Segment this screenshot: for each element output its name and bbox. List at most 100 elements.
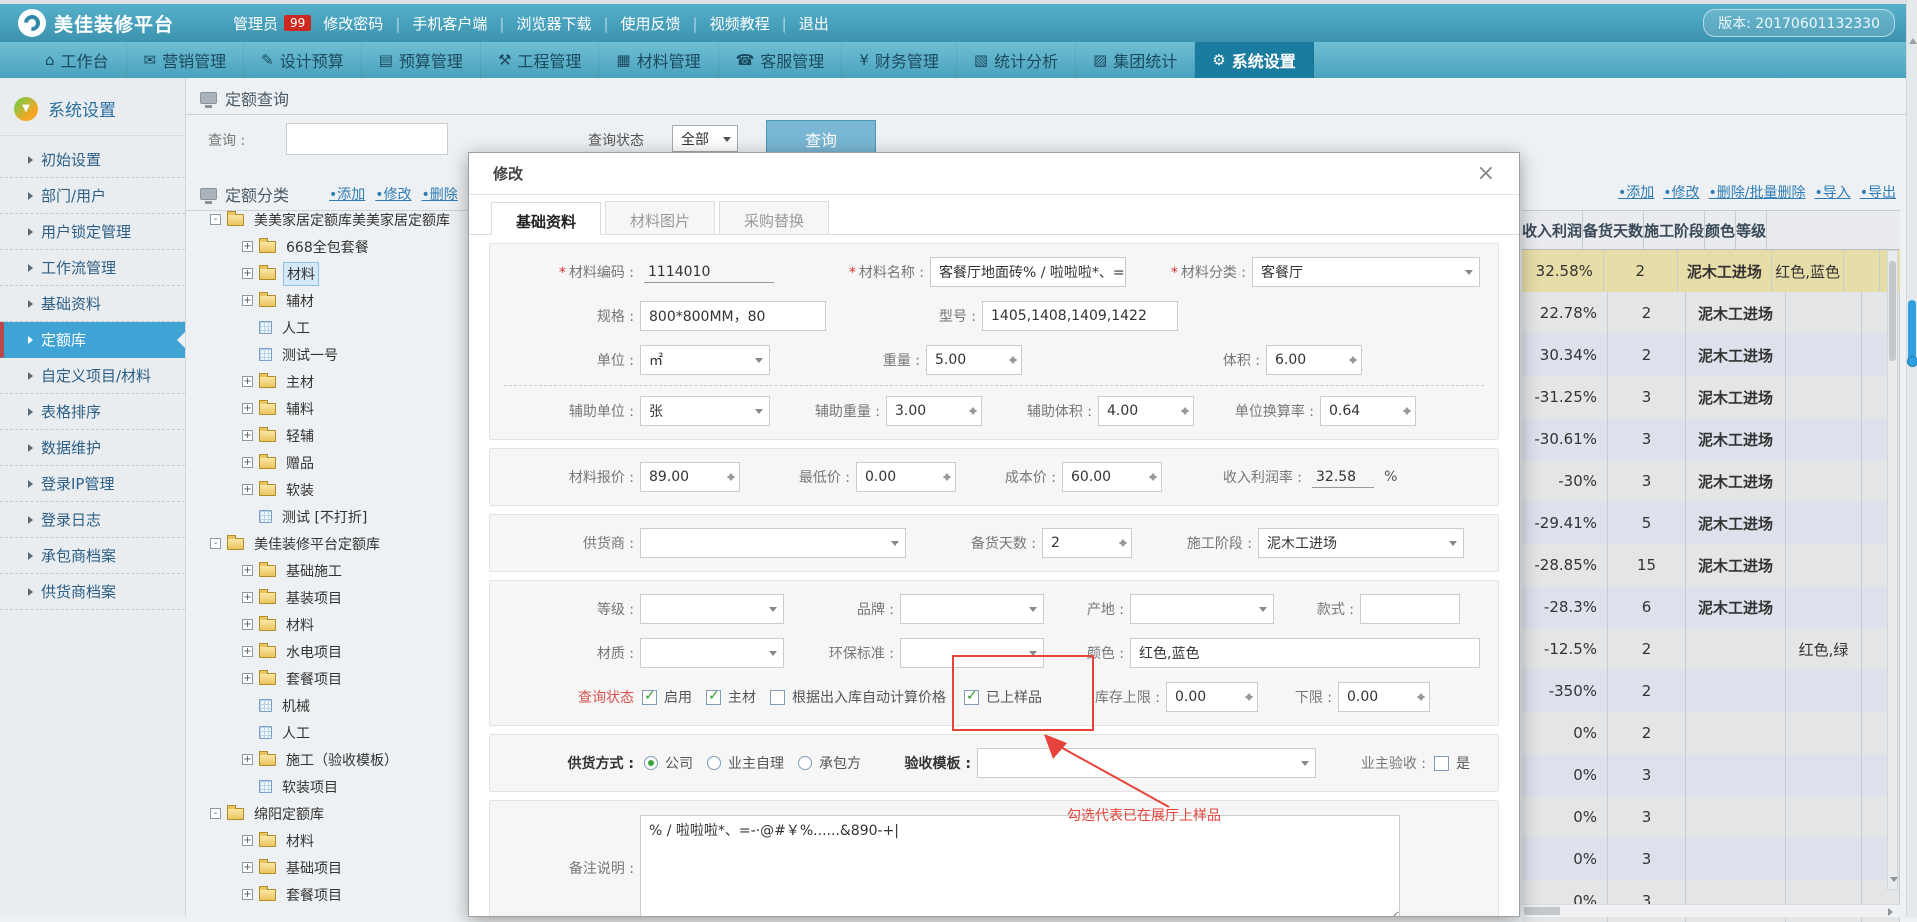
scrollbar-thumb[interactable] [1908, 300, 1916, 362]
tree-node[interactable]: + 基础项目 [186, 854, 486, 881]
nav-tab[interactable]: ✎ 设计预算 [244, 42, 362, 78]
tree-expander-icon[interactable]: - [210, 808, 221, 819]
topbar-link[interactable]: 视频教程 [710, 13, 799, 34]
sidebar-item[interactable]: 部门/用户 [0, 178, 185, 214]
tree-node[interactable]: 人工 [186, 719, 486, 746]
tree-node[interactable]: - 绵阳定额库 [186, 800, 486, 827]
sidebar-item[interactable]: 登录日志 [0, 502, 185, 538]
volume-stepper[interactable]: 6.00 [1266, 345, 1362, 375]
tree-node-label[interactable]: 轻辅 [283, 425, 317, 447]
sidebar-item[interactable]: 初始设置 [0, 142, 185, 178]
spin-down-icon[interactable] [1119, 542, 1127, 551]
table-vertical-scrollbar[interactable] [1887, 250, 1898, 890]
tree-node-label[interactable]: 美美家居定额库美美家居定额库 [251, 209, 453, 231]
query-status-select[interactable]: 全部 [672, 125, 738, 152]
nav-tab[interactable]: ¥ 财务管理 [842, 42, 957, 78]
spin-down-icon[interactable] [969, 410, 977, 419]
tree-node[interactable]: - 美佳装修平台定额库 [186, 530, 486, 557]
tree-node[interactable]: + 施工（验收模板） [186, 746, 486, 773]
tree-node-label[interactable]: 软装 [283, 479, 317, 501]
tree-node[interactable]: + 基础施工 [186, 557, 486, 584]
quote-stepper[interactable]: 89.00 [640, 462, 740, 492]
tree-node-label[interactable]: 668全包套餐 [283, 236, 372, 258]
tree-node-label[interactable]: 水电项目 [283, 641, 345, 663]
table-row[interactable]: -30.61% 3 泥木工进场 [1522, 418, 1900, 460]
material-name-input[interactable]: 客餐厅地面砖% / 啦啦啦*、=- [930, 257, 1126, 287]
tree-expander-icon[interactable]: + [242, 376, 253, 387]
tree-expander-icon[interactable]: + [242, 862, 253, 873]
nav-tab[interactable]: ☎ 客服管理 [719, 42, 843, 78]
spin-down-icon[interactable] [1417, 696, 1425, 705]
spec-input[interactable]: 800*800MM，80 [640, 301, 826, 331]
nav-tab[interactable]: ⚙ 系统设置 [1195, 42, 1313, 78]
tree-node-label[interactable]: 人工 [279, 722, 313, 744]
table-column-header[interactable]: 备货天数 [1583, 211, 1644, 249]
scroll-down-icon[interactable] [1890, 877, 1898, 886]
tree-node-label[interactable]: 套餐项目 [283, 884, 345, 906]
tree-expander-icon[interactable]: + [242, 403, 253, 414]
table-row[interactable]: -28.3% 6 泥木工进场 [1522, 586, 1900, 628]
unit-rate-stepper[interactable]: 0.64 [1320, 396, 1416, 426]
table-action-link[interactable]: •添加 [1618, 182, 1654, 202]
tree-node[interactable]: 人工 [186, 314, 486, 341]
tree-expander-icon[interactable]: + [242, 754, 253, 765]
tree-node-label[interactable]: 辅料 [283, 398, 317, 420]
nav-tab[interactable]: ▤ 预算管理 [362, 42, 481, 78]
tree-expander-icon[interactable]: + [242, 619, 253, 630]
nav-tab[interactable]: ▧ 统计分析 [957, 42, 1076, 78]
nav-tab[interactable]: ⚒ 工程管理 [481, 42, 599, 78]
stage-select[interactable]: 泥木工进场 [1258, 528, 1464, 558]
supplier-select[interactable] [640, 528, 906, 558]
aux-weight-stepper[interactable]: 3.00 [886, 396, 982, 426]
spin-down-icon[interactable] [1349, 359, 1357, 368]
nav-tab[interactable]: ▨ 集团统计 [1076, 42, 1195, 78]
sidebar-item[interactable]: 登录IP管理 [0, 466, 185, 502]
sidebar-item[interactable]: 用户锁定管理 [0, 214, 185, 250]
style-input[interactable] [1360, 594, 1460, 624]
tree-node-label[interactable]: 测试 [不打折] [279, 506, 370, 528]
table-row[interactable]: 0% 3 [1522, 754, 1900, 796]
stock-lower-stepper[interactable]: 0.00 [1338, 682, 1430, 712]
tree-expander-icon[interactable]: + [242, 484, 253, 495]
contractor-radio[interactable] [798, 756, 812, 770]
nav-tab[interactable]: ▦ 材料管理 [599, 42, 718, 78]
tree-node[interactable]: + 材料 [186, 611, 486, 638]
tree-node[interactable]: 测试一号 [186, 341, 486, 368]
tree-node-label[interactable]: 测试一号 [279, 344, 341, 366]
tree-node[interactable]: + 软装 [186, 476, 486, 503]
owner-accept-checkbox[interactable] [1434, 756, 1449, 771]
spin-down-icon[interactable] [727, 476, 735, 485]
accept-template-select[interactable] [977, 748, 1316, 778]
tree-expander-icon[interactable]: + [242, 241, 253, 252]
sidebar-item[interactable]: 定额库 [0, 322, 185, 358]
close-icon[interactable]: × [1477, 163, 1495, 185]
tree-expander-icon[interactable]: - [210, 214, 221, 225]
tree-node-label[interactable]: 材料 [283, 830, 317, 852]
table-row[interactable]: 0% 3 [1522, 796, 1900, 838]
tree-node[interactable]: + 轻辅 [186, 422, 486, 449]
sampled-checkbox[interactable] [964, 690, 979, 705]
page-scrollbar[interactable] [1906, 0, 1917, 917]
table-row[interactable]: -29.41% 5 泥木工进场 [1522, 502, 1900, 544]
auto-price-checkbox[interactable] [770, 690, 785, 705]
table-row[interactable]: 22.78% 2 泥木工进场 [1522, 292, 1900, 334]
nav-tab[interactable]: ⌂ 工作台 [28, 42, 127, 78]
tree-node-label[interactable]: 美佳装修平台定额库 [251, 533, 383, 555]
scrollbar-thumb[interactable] [1889, 261, 1896, 361]
topbar-link[interactable]: 手机客户端 [412, 13, 516, 34]
aux-volume-stepper[interactable]: 4.00 [1098, 396, 1194, 426]
tree-node[interactable]: + 668全包套餐 [186, 233, 486, 260]
tree-expander-icon[interactable]: + [242, 592, 253, 603]
spin-down-icon[interactable] [943, 476, 951, 485]
tree-node[interactable]: + 辅料 [186, 395, 486, 422]
table-action-link[interactable]: •导出 [1860, 182, 1896, 202]
user-label[interactable]: 管理员 [233, 13, 278, 34]
nav-tab[interactable]: ✉ 营销管理 [127, 42, 245, 78]
stock-days-stepper[interactable]: 2 [1042, 528, 1132, 558]
spin-down-icon[interactable] [1181, 410, 1189, 419]
tree-node[interactable]: 测试 [不打折] [186, 503, 486, 530]
tree-node[interactable]: + 赠品 [186, 449, 486, 476]
tree-expander-icon[interactable]: + [242, 673, 253, 684]
scroll-right-icon[interactable] [1888, 908, 1897, 916]
category-action-link[interactable]: •删除 [422, 187, 458, 203]
